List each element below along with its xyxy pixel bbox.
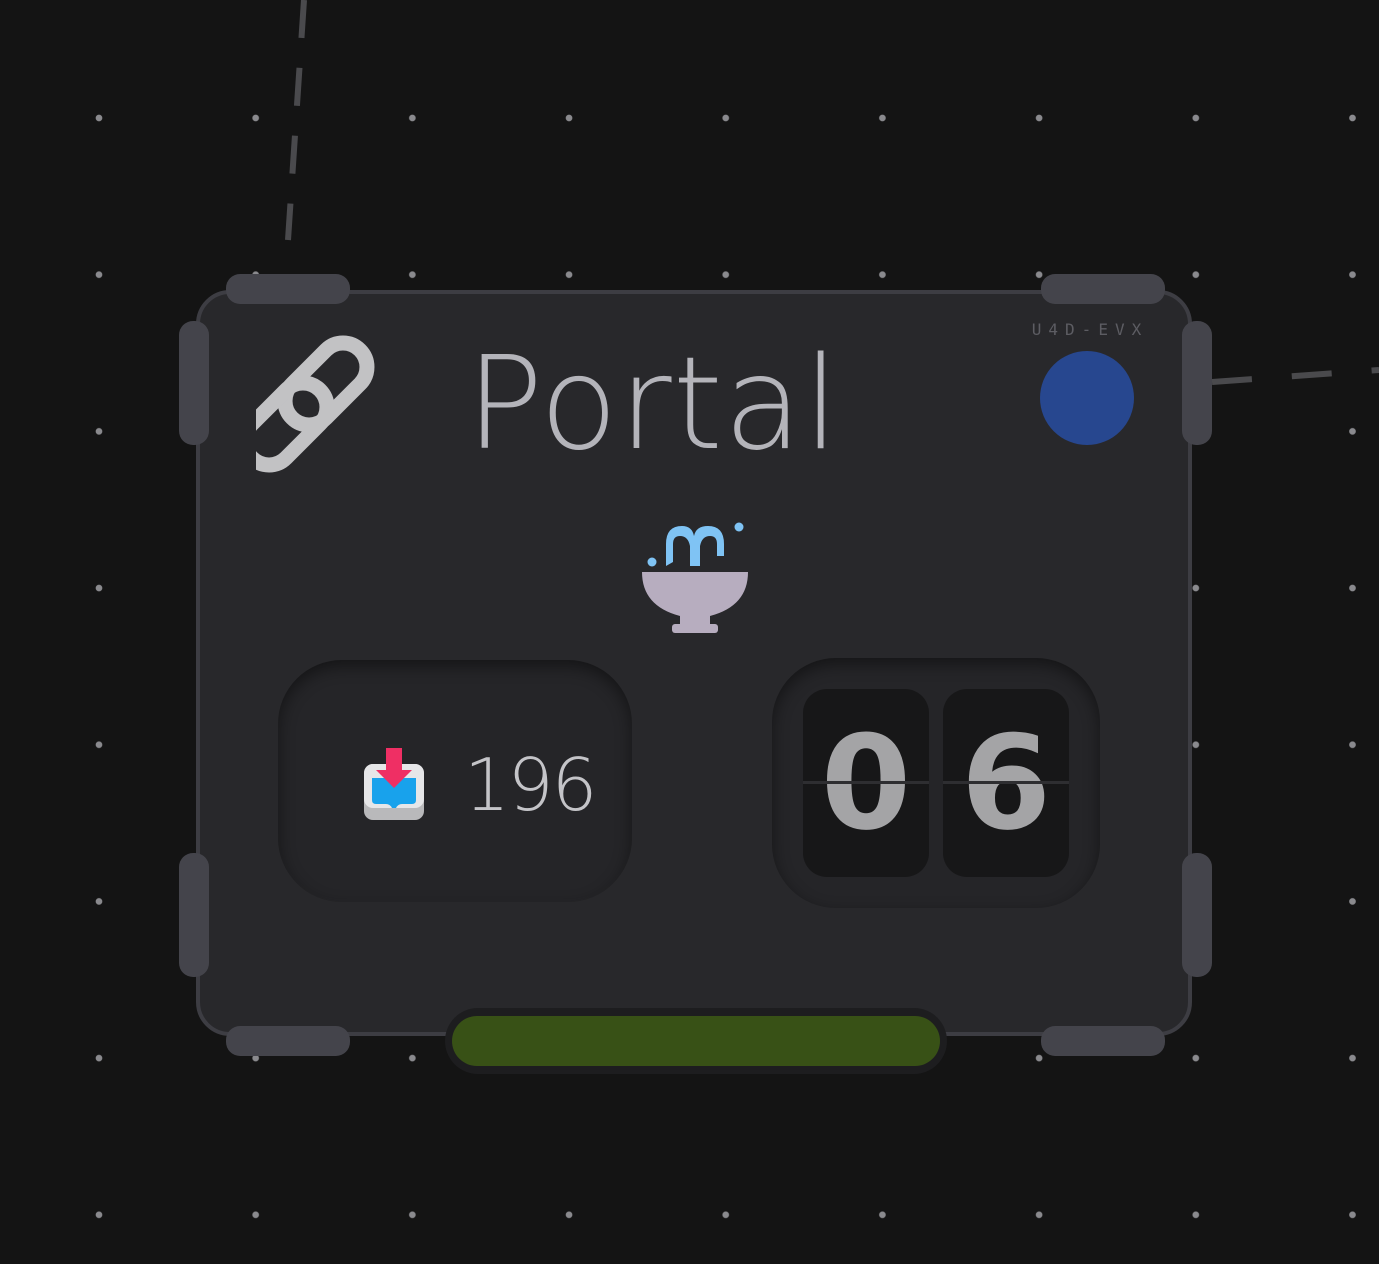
handle-right-bottom[interactable] <box>1182 853 1212 977</box>
wire-right-out <box>1211 367 1379 385</box>
handle-right-top[interactable] <box>1182 321 1212 445</box>
wire-top-in <box>285 0 307 241</box>
inbox-download-icon <box>364 748 424 820</box>
progress-fill <box>452 1016 940 1066</box>
handle-top-left[interactable] <box>226 274 350 304</box>
flip-digit-divider <box>943 781 1069 784</box>
handle-left-bottom[interactable] <box>179 853 209 977</box>
status-indicator[interactable] <box>1040 351 1134 445</box>
flip-digit-ones: 6 <box>943 689 1069 877</box>
node-id-label: U4D-EVX <box>1031 320 1149 339</box>
fountain-icon <box>642 522 748 633</box>
link-icon <box>256 335 375 473</box>
handle-bottom-left[interactable] <box>226 1026 350 1056</box>
handle-bottom-right[interactable] <box>1041 1026 1165 1056</box>
count-value: 196 <box>464 743 597 827</box>
flip-digit-divider <box>803 781 929 784</box>
flip-digit-tens: 0 <box>803 689 929 877</box>
node-title: Portal <box>466 330 840 479</box>
handle-left-top[interactable] <box>179 321 209 445</box>
handle-top-right[interactable] <box>1041 274 1165 304</box>
